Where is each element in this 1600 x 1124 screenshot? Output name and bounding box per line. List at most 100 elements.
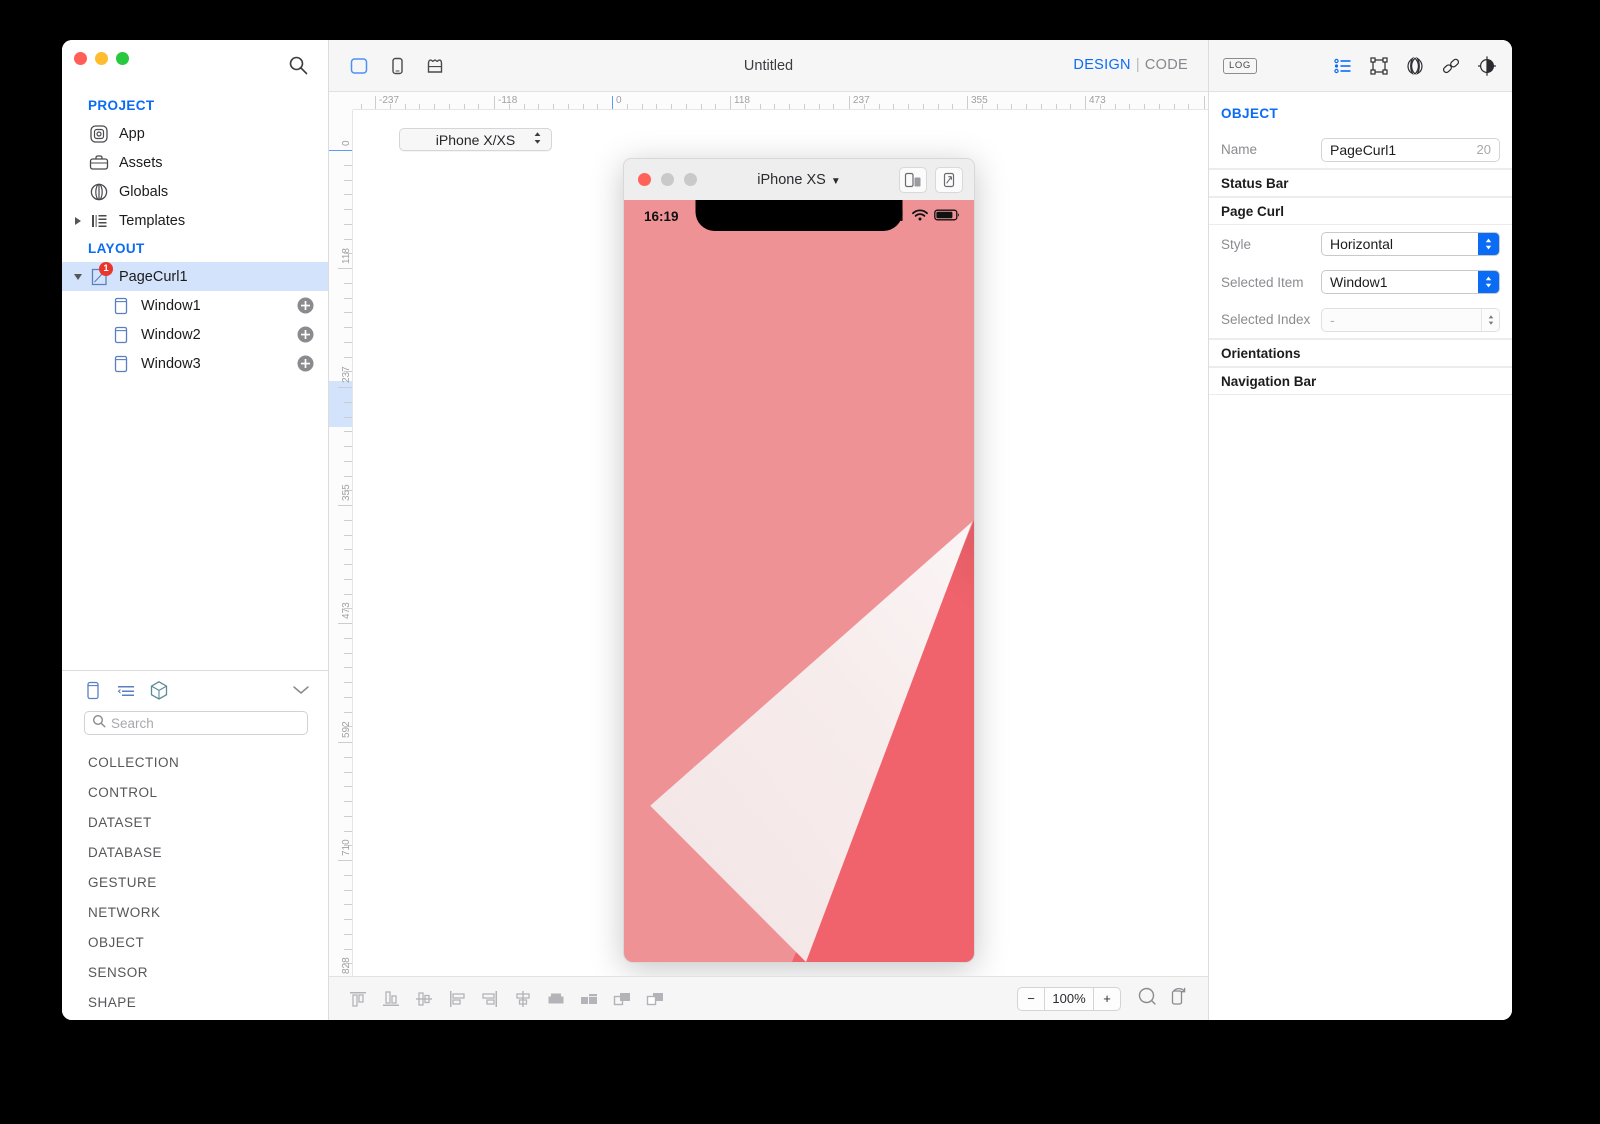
align-horizontal-center-icon[interactable] bbox=[512, 988, 534, 1010]
inspector-group-navigation-bar[interactable]: Navigation Bar bbox=[1209, 367, 1512, 395]
phone-layout-icon[interactable] bbox=[385, 54, 409, 78]
wifi-icon bbox=[912, 208, 928, 226]
properties-list-icon[interactable] bbox=[1332, 55, 1354, 77]
window-icon bbox=[110, 324, 132, 346]
events-icon[interactable] bbox=[1476, 55, 1498, 77]
zoom-fit-icon[interactable] bbox=[1137, 986, 1157, 1011]
zoom-stepper: − 100% + bbox=[1017, 986, 1121, 1011]
align-right-icon[interactable] bbox=[479, 988, 501, 1010]
device-selector[interactable]: iPhone X/XS bbox=[399, 128, 552, 151]
search-icon bbox=[92, 714, 106, 733]
bounds-icon[interactable] bbox=[1368, 55, 1390, 77]
align-vertical-center-icon[interactable] bbox=[413, 988, 435, 1010]
window-icon bbox=[110, 295, 132, 317]
selected-index-stepper[interactable]: - bbox=[1321, 307, 1500, 332]
widget-layout-icon[interactable] bbox=[423, 54, 447, 78]
square-layout-icon[interactable] bbox=[347, 54, 371, 78]
sidebar-item-pagecurl1[interactable]: 1 PageCurl1 bbox=[62, 261, 328, 291]
search-icon[interactable] bbox=[288, 55, 308, 75]
sidebar-item-window2[interactable]: Window2 bbox=[62, 320, 328, 349]
ruler-horizontal[interactable]: -237-1180118237355473592 bbox=[353, 92, 1208, 110]
sidebar-item-label: PageCurl1 bbox=[119, 268, 188, 285]
add-window-button[interactable] bbox=[297, 297, 314, 314]
sidebar-item-assets[interactable]: Assets bbox=[62, 148, 328, 177]
design-canvas[interactable]: iPhone X/XS iPhone XS ▼ 16:19 bbox=[353, 110, 1208, 976]
palette-category-sensor[interactable]: SENSOR bbox=[62, 957, 328, 987]
ruler-h-label: 355 bbox=[971, 95, 988, 106]
minimize-icon[interactable] bbox=[661, 173, 674, 186]
search-input[interactable] bbox=[84, 711, 308, 735]
disclosure-triangle-collapsed[interactable] bbox=[73, 216, 83, 226]
tab-code[interactable]: CODE bbox=[1145, 57, 1188, 73]
tab-design[interactable]: DESIGN bbox=[1073, 57, 1130, 73]
close-window-button[interactable] bbox=[74, 52, 87, 65]
maximize-window-button[interactable] bbox=[116, 52, 129, 65]
sidebar-item-label: Window2 bbox=[141, 326, 201, 343]
selected-index-value: - bbox=[1330, 311, 1335, 328]
minimize-window-button[interactable] bbox=[95, 52, 108, 65]
close-icon[interactable] bbox=[638, 173, 651, 186]
inspector-tab-icons bbox=[1332, 55, 1498, 77]
rotate-device-icon[interactable] bbox=[935, 166, 963, 193]
sidebar-item-label: App bbox=[119, 125, 145, 142]
palette-category-collection[interactable]: COLLECTION bbox=[62, 747, 328, 777]
disclosure-triangle-expanded[interactable] bbox=[73, 272, 83, 282]
palette-category-control[interactable]: CONTROL bbox=[62, 777, 328, 807]
send-backward-icon[interactable] bbox=[644, 988, 666, 1010]
bring-forward-icon[interactable] bbox=[611, 988, 633, 1010]
ruler-v-label: 592 bbox=[341, 721, 352, 738]
device-view-icon[interactable] bbox=[80, 678, 106, 704]
caret-down-icon: ▼ bbox=[830, 175, 841, 187]
project-tree: App Assets Globals Templates bbox=[62, 119, 328, 235]
globals-icon bbox=[88, 181, 110, 203]
sidebar-item-window3[interactable]: Window3 bbox=[62, 349, 328, 378]
sidebar-item-globals[interactable]: Globals bbox=[62, 177, 328, 206]
stepper-updown-icon[interactable] bbox=[1481, 308, 1499, 331]
add-window-button[interactable] bbox=[297, 355, 314, 372]
palette-category-dataset[interactable]: DATASET bbox=[62, 807, 328, 837]
sidebar-item-window1[interactable]: Window1 bbox=[62, 291, 328, 320]
align-bottom-icon[interactable] bbox=[380, 988, 402, 1010]
selected-item-select[interactable]: Window1 bbox=[1321, 270, 1500, 294]
split-view-icon[interactable] bbox=[899, 166, 927, 193]
reload-preview-icon[interactable] bbox=[1168, 986, 1190, 1011]
name-field[interactable]: PageCurl1 20 bbox=[1321, 137, 1500, 162]
ruler-vertical[interactable]: 0 118 237 355 473 592 710 828 bbox=[329, 92, 353, 976]
distribute-icon[interactable] bbox=[545, 988, 567, 1010]
objects-view-icon[interactable] bbox=[146, 678, 172, 704]
inspector-row-style: Style Horizontal bbox=[1209, 225, 1512, 263]
sidebar-item-label: Window3 bbox=[141, 355, 201, 372]
palette-category-object[interactable]: OBJECT bbox=[62, 927, 328, 957]
device-name-label: iPhone XS bbox=[757, 171, 826, 188]
align-top-icon[interactable] bbox=[347, 988, 369, 1010]
zoom-out-button[interactable]: − bbox=[1018, 988, 1044, 1010]
maximize-icon[interactable] bbox=[684, 173, 697, 186]
chevron-down-icon[interactable] bbox=[292, 683, 310, 695]
zoom-level-value[interactable]: 100% bbox=[1044, 987, 1094, 1010]
add-window-button[interactable] bbox=[297, 326, 314, 343]
zoom-extra-controls bbox=[1137, 986, 1190, 1011]
sidebar-section-project: PROJECT bbox=[88, 98, 155, 113]
palette-category-database[interactable]: DATABASE bbox=[62, 837, 328, 867]
inspector-group-orientations[interactable]: Orientations bbox=[1209, 339, 1512, 367]
sidebar-item-app[interactable]: App bbox=[62, 119, 328, 148]
outline-view-icon[interactable] bbox=[113, 678, 139, 704]
device-screen[interactable]: 16:19 bbox=[623, 200, 975, 963]
palette-category-gesture[interactable]: GESTURE bbox=[62, 867, 328, 897]
zoom-in-button[interactable]: + bbox=[1094, 988, 1120, 1010]
align-left-icon[interactable] bbox=[446, 988, 468, 1010]
inspector-group-page-curl[interactable]: Page Curl bbox=[1209, 197, 1512, 225]
style-select[interactable]: Horizontal bbox=[1321, 232, 1500, 256]
inspector-group-status-bar[interactable]: Status Bar bbox=[1209, 169, 1512, 197]
search-field[interactable] bbox=[111, 715, 300, 731]
palette-category-shape[interactable]: SHAPE bbox=[62, 987, 328, 1017]
palette-category-network[interactable]: NETWORK bbox=[62, 897, 328, 927]
links-icon[interactable] bbox=[1440, 55, 1462, 77]
appearance-icon[interactable] bbox=[1404, 55, 1426, 77]
log-button[interactable]: LOG bbox=[1223, 57, 1257, 74]
ruler-h-label: 118 bbox=[734, 95, 750, 106]
ruler-h-label: 473 bbox=[1089, 95, 1106, 106]
sidebar-item-templates[interactable]: Templates bbox=[62, 206, 328, 235]
group-icon[interactable] bbox=[578, 988, 600, 1010]
